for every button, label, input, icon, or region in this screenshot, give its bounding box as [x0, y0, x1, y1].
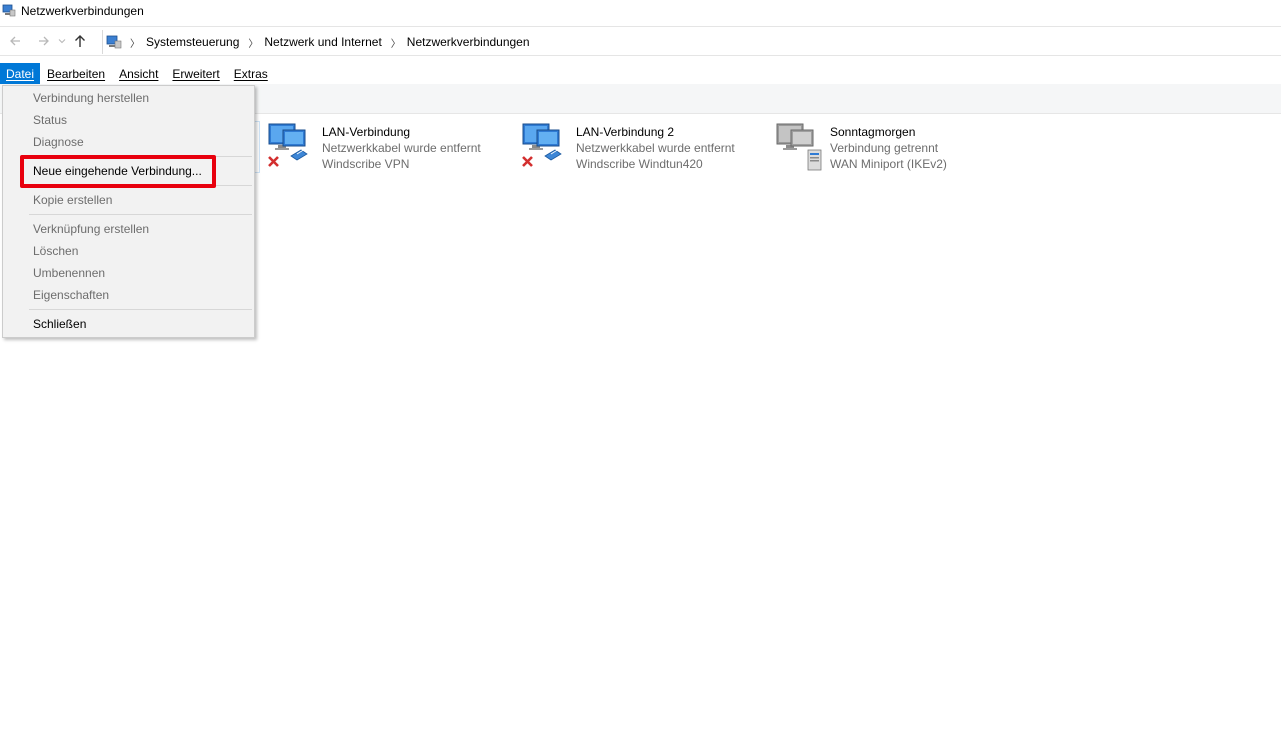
menu-bar: Datei Bearbeiten Ansicht Erweitert Extra… — [0, 63, 1281, 84]
title-bar: Netzwerkverbindungen — [0, 0, 1281, 22]
connection-text: LAN-Verbindung 2 Netzwerkkabel wurde ent… — [576, 120, 735, 176]
breadcrumb-systemsteuerung[interactable]: Systemsteuerung — [146, 35, 239, 49]
navigation-bar: 〉 Systemsteuerung 〉 Netzwerk und Interne… — [0, 26, 1281, 56]
menu-ansicht[interactable]: Ansicht — [112, 63, 165, 84]
ethernet-disconnected-icon — [267, 120, 319, 172]
vpn-connection-icon — [775, 120, 827, 172]
menu-extras[interactable]: Extras — [227, 63, 275, 84]
menu-item-kopie-erstellen[interactable]: Kopie erstellen — [33, 190, 112, 210]
connection-item-sonntagmorgen[interactable]: Sonntagmorgen Verbindung getrennt WAN Mi… — [775, 120, 947, 176]
connection-item-lan-verbindung-2[interactable]: LAN-Verbindung 2 Netzwerkkabel wurde ent… — [521, 120, 735, 176]
arrow-up-icon — [75, 35, 85, 47]
window-title: Netzwerkverbindungen — [21, 4, 144, 18]
up-button[interactable] — [69, 30, 91, 52]
menu-bearbeiten[interactable]: Bearbeiten — [40, 63, 112, 84]
network-connections-icon — [2, 4, 16, 17]
file-menu-dropdown: Verbindung herstellen Status Diagnose Ne… — [2, 85, 255, 338]
menu-separator — [29, 309, 252, 310]
menu-item-eigenschaften[interactable]: Eigenschaften — [33, 285, 109, 305]
ethernet-disconnected-icon — [521, 120, 573, 172]
network-connections-icon — [106, 35, 122, 49]
back-button[interactable] — [4, 30, 26, 52]
arrow-left-icon — [10, 36, 20, 46]
connection-text: Sonntagmorgen Verbindung getrennt WAN Mi… — [830, 120, 947, 176]
menu-item-schliessen[interactable]: Schließen — [33, 314, 86, 334]
connection-name: LAN-Verbindung — [322, 125, 411, 139]
menu-item-verknuepfung-erstellen[interactable]: Verknüpfung erstellen — [33, 219, 149, 239]
menu-item-loeschen[interactable]: Löschen — [33, 241, 78, 261]
highlight-annotation-box — [20, 155, 216, 188]
menu-item-verbindung-herstellen[interactable]: Verbindung herstellen — [33, 88, 149, 108]
chevron-right-icon[interactable]: 〉 — [248, 35, 258, 50]
menu-item-diagnose[interactable]: Diagnose — [33, 132, 84, 152]
connection-name: LAN-Verbindung 2 — [576, 125, 675, 139]
menu-datei[interactable]: Datei — [0, 63, 41, 84]
connection-device: WAN Miniport (IKEv2) — [830, 157, 947, 171]
forward-button[interactable] — [33, 30, 55, 52]
menu-item-status[interactable]: Status — [33, 110, 67, 130]
recent-locations-button[interactable] — [55, 30, 69, 52]
breadcrumb-netzwerkverbindungen[interactable]: Netzwerkverbindungen — [407, 35, 530, 49]
connection-name: Sonntagmorgen — [830, 125, 916, 139]
connection-status: Netzwerkkabel wurde entfernt — [322, 141, 481, 155]
chevron-down-icon — [58, 39, 66, 44]
chevron-right-icon: 〉 — [130, 38, 140, 50]
connection-text: LAN-Verbindung Netzwerkkabel wurde entfe… — [322, 120, 481, 176]
chevron-right-icon[interactable]: 〉 — [391, 35, 401, 50]
connection-status: Verbindung getrennt — [830, 141, 939, 155]
connection-device: Windscribe VPN — [322, 157, 410, 171]
arrow-right-icon — [39, 36, 49, 46]
menu-item-umbenennen[interactable]: Umbenennen — [33, 263, 105, 283]
breadcrumb-netzwerk-und-internet[interactable]: Netzwerk und Internet — [264, 35, 381, 49]
connection-device: Windscribe Windtun420 — [576, 157, 703, 171]
address-bar[interactable]: 〉 Systemsteuerung 〉 Netzwerk und Interne… — [102, 30, 1281, 54]
connection-status: Netzwerkkabel wurde entfernt — [576, 141, 735, 155]
menu-erweitert[interactable]: Erweitert — [165, 63, 226, 84]
menu-separator — [29, 214, 252, 215]
connection-item-lan-verbindung[interactable]: LAN-Verbindung Netzwerkkabel wurde entfe… — [267, 120, 481, 176]
